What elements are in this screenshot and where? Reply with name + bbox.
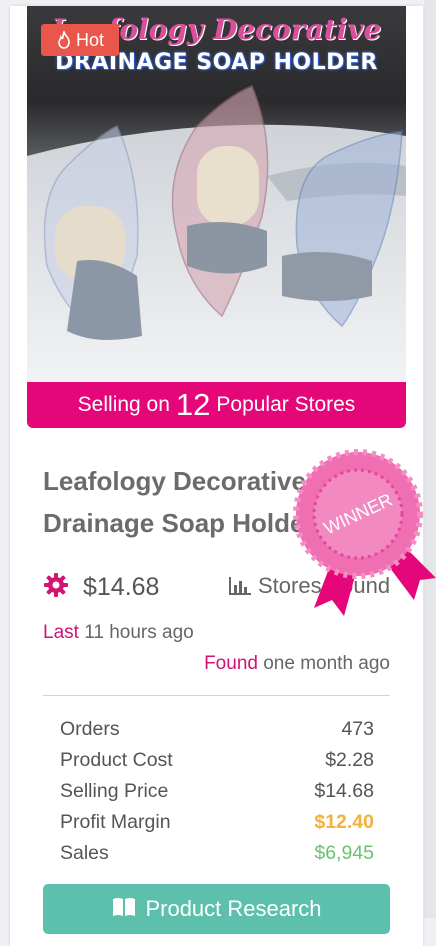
stat-label: Profit Margin — [60, 811, 171, 833]
stat-value: $12.40 — [314, 811, 374, 833]
gear-icon — [44, 573, 68, 597]
stat-label: Product Cost — [60, 749, 173, 771]
product-research-button[interactable]: Product Research — [43, 884, 390, 934]
stat-profit-margin: Profit Margin $12.40 — [60, 809, 374, 840]
banner-store-count: 12 — [175, 387, 211, 422]
stat-label: Selling Price — [60, 780, 169, 802]
stat-value: $2.28 — [325, 749, 374, 771]
last-value: 11 hours ago — [84, 622, 194, 643]
stat-label: Sales — [60, 842, 109, 864]
stat-value: $14.68 — [314, 780, 374, 802]
banner-prefix: Selling on — [77, 393, 170, 416]
hot-badge-label: Hot — [75, 30, 104, 50]
stat-value: 473 — [341, 718, 374, 740]
flame-icon — [58, 31, 70, 49]
book-icon — [113, 898, 136, 916]
stat-orders: Orders 473 — [60, 716, 374, 747]
hot-badge: Hot — [41, 24, 119, 56]
stat-value: $6,945 — [314, 842, 374, 864]
stat-selling-price: Selling Price $14.68 — [60, 778, 374, 809]
last-updated: Last 11 hours ago — [43, 622, 194, 644]
product-stats: Orders 473 Product Cost $2.28 Selling Pr… — [60, 716, 374, 871]
winner-badge: WINNER — [293, 449, 436, 616]
product-image[interactable]: Leafology Decorative DRAINAGE SOAP HOLDE… — [27, 6, 406, 386]
banner-suffix: Popular Stores — [216, 393, 356, 416]
last-label: Last — [43, 622, 79, 643]
found-label: Found — [204, 653, 258, 674]
stat-sales: Sales $6,945 — [60, 840, 374, 871]
selling-stores-banner: Selling on 12 Popular Stores — [27, 382, 406, 428]
found-date: Found one month ago — [204, 653, 390, 675]
product-research-label: Product Research — [145, 896, 322, 921]
divider — [43, 695, 390, 696]
stat-product-cost: Product Cost $2.28 — [60, 747, 374, 778]
found-value: one month ago — [263, 653, 390, 674]
stat-label: Orders — [60, 718, 120, 740]
product-price: $14.68 — [83, 573, 160, 601]
bar-chart-icon — [229, 577, 251, 595]
